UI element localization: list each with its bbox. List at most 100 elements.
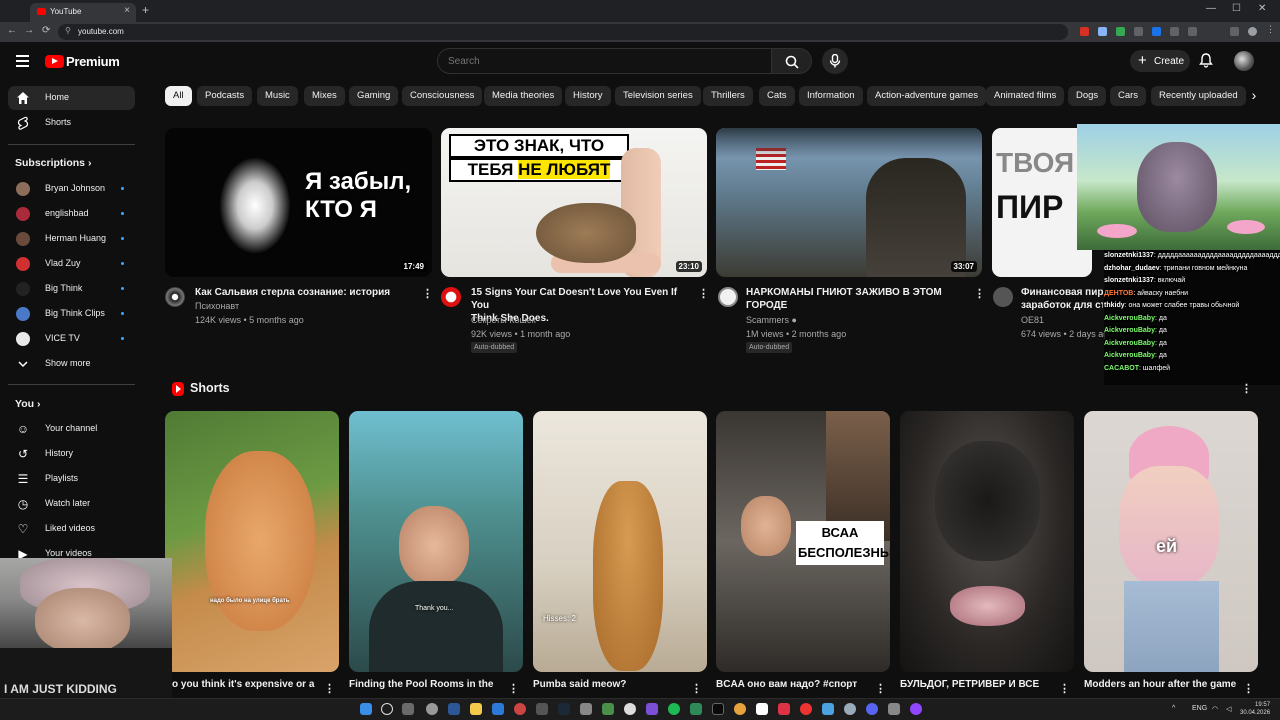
extension-icon[interactable] bbox=[1188, 27, 1197, 36]
menu-icon[interactable] bbox=[16, 55, 29, 70]
youtube-logo-icon[interactable] bbox=[45, 55, 64, 68]
chip-animated-films[interactable]: Animated films bbox=[986, 86, 1065, 106]
downloads-icon[interactable] bbox=[1230, 27, 1239, 36]
app-icon[interactable] bbox=[580, 703, 592, 715]
extension-icon[interactable] bbox=[1116, 27, 1125, 36]
back-button[interactable]: ← bbox=[7, 25, 17, 36]
chip-podcasts[interactable]: Podcasts bbox=[197, 86, 253, 106]
chip-cats[interactable]: Cats bbox=[759, 86, 795, 106]
task-view-icon[interactable] bbox=[402, 703, 414, 715]
sidebar-item-shorts[interactable]: Shorts bbox=[8, 111, 135, 135]
extension-icon[interactable] bbox=[1080, 27, 1089, 36]
chip-history[interactable]: History bbox=[565, 86, 611, 106]
video-title[interactable]: НАРКОМАНЫ ГНИЮТ ЗАЖИВО В ЭТОМ ГОРОДЕ bbox=[746, 286, 968, 312]
more-options-icon[interactable]: ⋮ bbox=[698, 287, 709, 300]
account-avatar[interactable] bbox=[1234, 51, 1254, 71]
video-title[interactable]: Как Сальвия стерла сознание: история bbox=[195, 286, 420, 299]
channel-name[interactable]: Секреты Кошек bbox=[471, 313, 536, 327]
app-icon[interactable] bbox=[888, 703, 900, 715]
channel-avatar[interactable] bbox=[718, 287, 738, 307]
more-options-icon[interactable]: ⋮ bbox=[974, 287, 985, 300]
sidebar-item-liked-videos[interactable]: ♡ Liked videos bbox=[8, 517, 135, 541]
logo-text[interactable]: Premium bbox=[66, 54, 120, 69]
chip-action-adventure-games[interactable]: Action-adventure games bbox=[867, 86, 986, 106]
site-info-icon[interactable]: ⚲ bbox=[65, 26, 71, 35]
steam-icon[interactable] bbox=[558, 703, 570, 715]
short-thumbnail[interactable]: Thank you... bbox=[349, 411, 523, 672]
app-icon[interactable] bbox=[712, 703, 724, 715]
more-options-icon[interactable]: ⋮ bbox=[1243, 682, 1254, 695]
new-tab-button[interactable]: + bbox=[142, 3, 149, 17]
app-icon[interactable] bbox=[624, 703, 636, 715]
reload-button[interactable]: ⟳ bbox=[42, 25, 50, 36]
tray-chevron-icon[interactable]: ^ bbox=[1172, 705, 1175, 712]
short-thumbnail[interactable]: ВСАА БЕСПОЛЕЗНЫ? bbox=[716, 411, 890, 672]
twitch-icon[interactable] bbox=[910, 703, 922, 715]
channel-name[interactable]: Психонавт bbox=[195, 299, 239, 313]
channel-avatar[interactable] bbox=[165, 287, 185, 307]
short-thumbnail[interactable]: Hisses: 2 bbox=[533, 411, 707, 672]
app-icon[interactable] bbox=[536, 703, 548, 715]
spotify-icon[interactable] bbox=[668, 703, 680, 715]
more-options-icon[interactable]: ⋮ bbox=[324, 682, 335, 695]
extension-icon[interactable] bbox=[1152, 27, 1161, 36]
app-icon[interactable] bbox=[800, 703, 812, 715]
chip-media-theories[interactable]: Media theories bbox=[484, 86, 563, 106]
sidebar-subscription-item[interactable]: Bryan Johnson bbox=[8, 177, 135, 201]
app-icon[interactable] bbox=[646, 703, 658, 715]
start-menu-icon[interactable] bbox=[360, 703, 372, 715]
forward-button[interactable]: → bbox=[24, 25, 34, 36]
channel-avatar[interactable] bbox=[441, 287, 461, 307]
sidebar-subscription-item[interactable]: VICE TV bbox=[8, 327, 135, 351]
address-bar[interactable]: ⚲ youtube.com bbox=[58, 24, 1068, 40]
menu-icon[interactable]: ⋮ bbox=[1266, 24, 1275, 34]
show-more-button[interactable]: Show more bbox=[8, 352, 135, 376]
short-thumbnail[interactable]: ей bbox=[1084, 411, 1258, 672]
short-title[interactable]: Finding the Pool Rooms in the bbox=[349, 678, 499, 691]
short-thumbnail[interactable]: надо было на улице брать bbox=[165, 411, 339, 672]
more-options-icon[interactable]: ⋮ bbox=[875, 682, 886, 695]
video-title[interactable]: Финансовая пира заработок для сту bbox=[1021, 286, 1103, 312]
sidebar-item-home[interactable]: Home bbox=[8, 86, 135, 110]
app-icon[interactable] bbox=[690, 703, 702, 715]
chip-information[interactable]: Information bbox=[799, 86, 863, 106]
short-title[interactable]: БУЛЬДОГ, РЕТРИВЕР И ВСЕ bbox=[900, 678, 1050, 691]
channel-avatar[interactable] bbox=[993, 287, 1013, 307]
sidebar-item-your-channel[interactable]: ☺ Your channel bbox=[8, 417, 135, 441]
short-title[interactable]: Pumba said meow? bbox=[533, 678, 683, 691]
short-thumbnail[interactable] bbox=[900, 411, 1074, 672]
sidebar-subscription-item[interactable]: englishbad bbox=[8, 202, 135, 226]
short-title[interactable]: o you think it's expensive or a bbox=[172, 678, 317, 691]
channel-name[interactable]: Scammers ● bbox=[746, 313, 797, 327]
more-options-icon[interactable]: ⋮ bbox=[422, 287, 433, 300]
notifications-bell-icon[interactable] bbox=[1199, 53, 1213, 68]
search-input[interactable] bbox=[438, 49, 771, 73]
video-thumbnail[interactable]: Я забыл, КТО Я 17:49 bbox=[165, 128, 432, 277]
short-title[interactable]: BCAA оно вам надо? #спорт bbox=[716, 678, 866, 691]
profile-icon[interactable] bbox=[1248, 27, 1257, 36]
sidebar-subscription-item[interactable]: Vlad Zuy bbox=[8, 252, 135, 276]
you-heading[interactable]: You › bbox=[15, 398, 40, 410]
close-window-button[interactable]: ✕ bbox=[1258, 3, 1266, 14]
chip-thrillers[interactable]: Thrillers bbox=[703, 86, 753, 106]
chevron-right-icon[interactable]: › bbox=[1244, 86, 1264, 106]
extension-icon[interactable] bbox=[1134, 27, 1143, 36]
app-icon[interactable] bbox=[756, 703, 768, 715]
app-icon[interactable] bbox=[844, 703, 856, 715]
volume-icon[interactable]: ◁ bbox=[1226, 705, 1231, 713]
channel-name[interactable]: OE81 bbox=[1021, 313, 1044, 327]
chip-consciousness[interactable]: Consciousness bbox=[402, 86, 483, 106]
terminal-icon[interactable] bbox=[448, 703, 460, 715]
chip-cars[interactable]: Cars bbox=[1110, 86, 1147, 106]
short-title[interactable]: Modders an hour after the game's bbox=[1084, 678, 1236, 691]
app-icon[interactable] bbox=[426, 703, 438, 715]
sidebar-subscription-item[interactable]: Herman Huang bbox=[8, 227, 135, 251]
app-icon[interactable] bbox=[822, 703, 834, 715]
extension-icon[interactable] bbox=[1098, 27, 1107, 36]
video-thumbnail[interactable]: ЭТО ЗНАК, ЧТО ТЕБЯ НЕ ЛЮБЯТ 23:10 bbox=[441, 128, 707, 277]
sidebar-item-playlists[interactable]: ☰ Playlists bbox=[8, 467, 135, 491]
browser-tab-youtube[interactable]: YouTube × bbox=[30, 3, 136, 22]
sidebar-item-history[interactable]: ↺ History bbox=[8, 442, 135, 466]
extension-icon[interactable] bbox=[1170, 27, 1179, 36]
more-options-icon[interactable]: ⋮ bbox=[691, 682, 702, 695]
